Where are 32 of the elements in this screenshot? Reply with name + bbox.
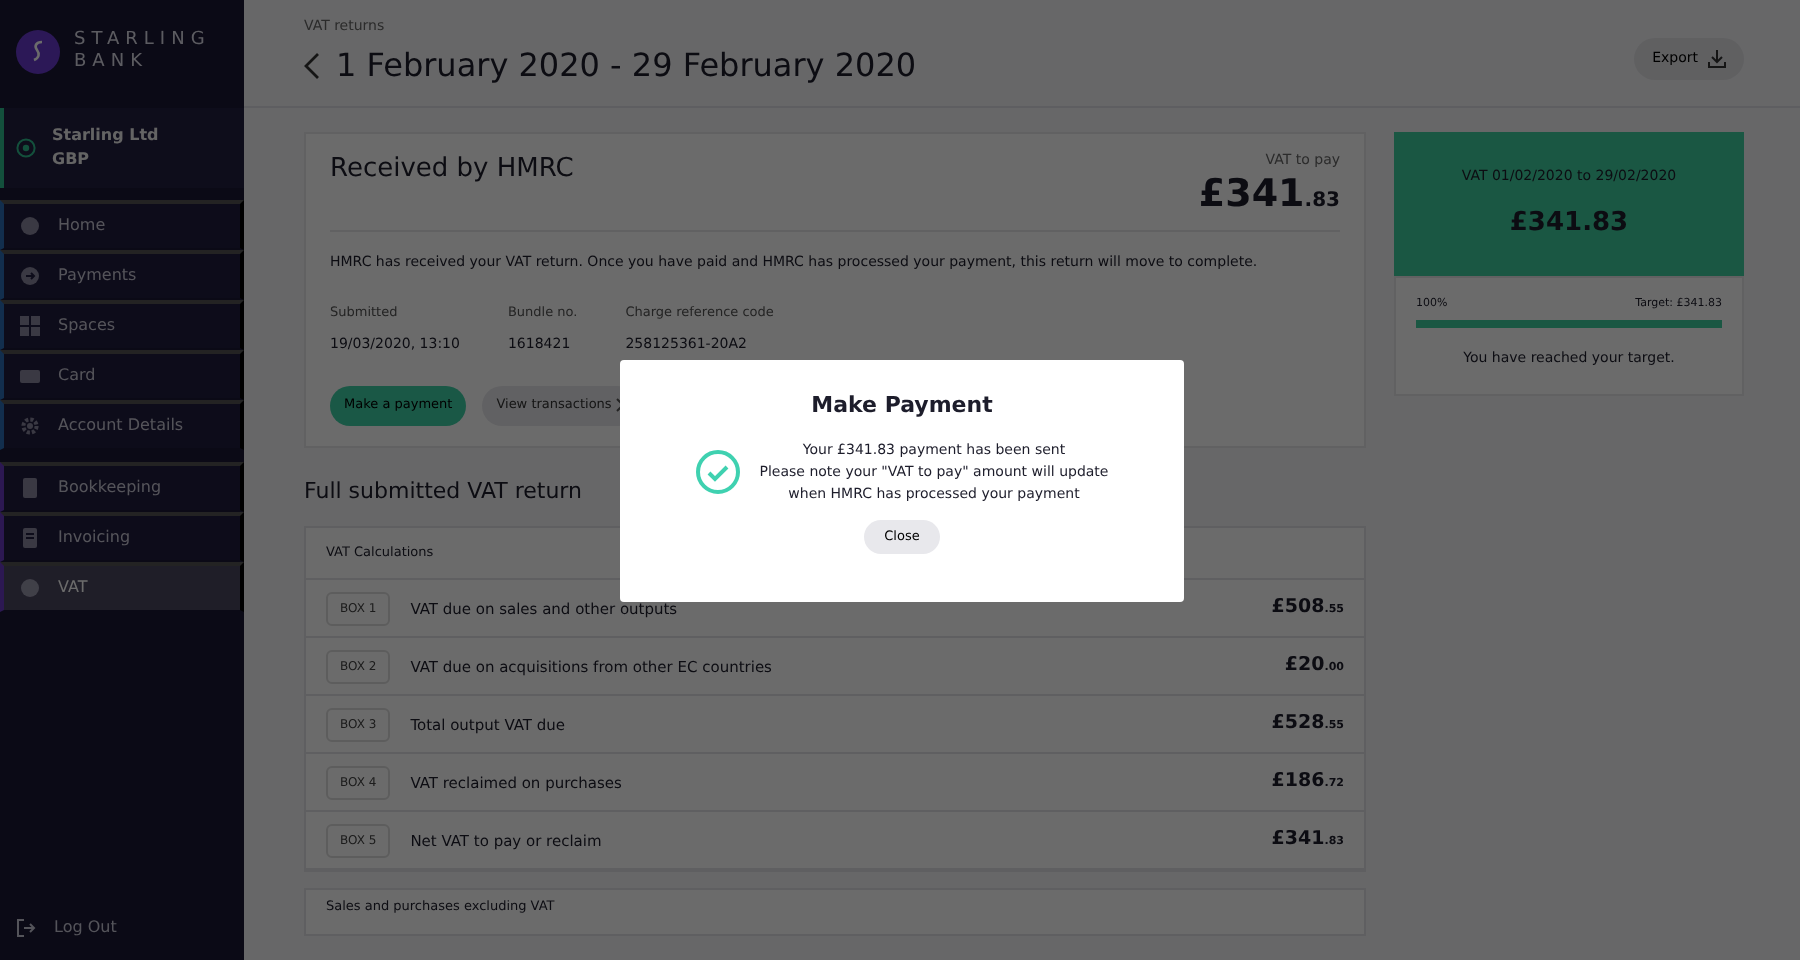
check-circle-icon [695,450,740,494]
section-title: Full submitted VAT return [304,476,582,508]
status-title: Received by HMRC [330,152,574,188]
card-icon [20,366,40,386]
vat-amount: £341.83 [1198,175,1340,213]
back-icon[interactable] [304,51,320,79]
sidebar-item[interactable]: Home [0,200,244,250]
logo-icon [16,30,60,74]
sidebar-item[interactable]: Bookkeeping [0,462,244,512]
arrow-circle-icon [20,266,40,286]
page-title: 1 February 2020 - 29 February 2020 [336,43,917,87]
sidebar-item[interactable]: Card [0,350,244,400]
brand-name: STARLING BANK [74,30,213,74]
sidebar-item[interactable]: Invoicing [0,512,244,562]
circle-icon [20,578,40,598]
document-icon [20,528,40,548]
account-currency: GBP [52,148,92,172]
logout-link[interactable]: Log Out [0,916,244,960]
sidebar-item[interactable]: Payments [0,250,244,300]
grid-icon [20,316,40,336]
book-icon [20,478,40,498]
logout-icon [16,918,36,938]
sidebar-item[interactable]: Spaces [0,300,244,350]
account-icon [16,138,36,158]
download-icon [1708,49,1726,68]
target-amount: £341.83 [1509,205,1629,241]
sidebar-item[interactable]: Account Details [0,400,244,450]
settings-icon [20,416,40,436]
account-name: Starling Ltd [52,124,159,148]
sidebar-item[interactable]: VAT [0,562,244,612]
dialog-title: Make Payment [809,390,995,422]
home-icon [20,216,40,236]
